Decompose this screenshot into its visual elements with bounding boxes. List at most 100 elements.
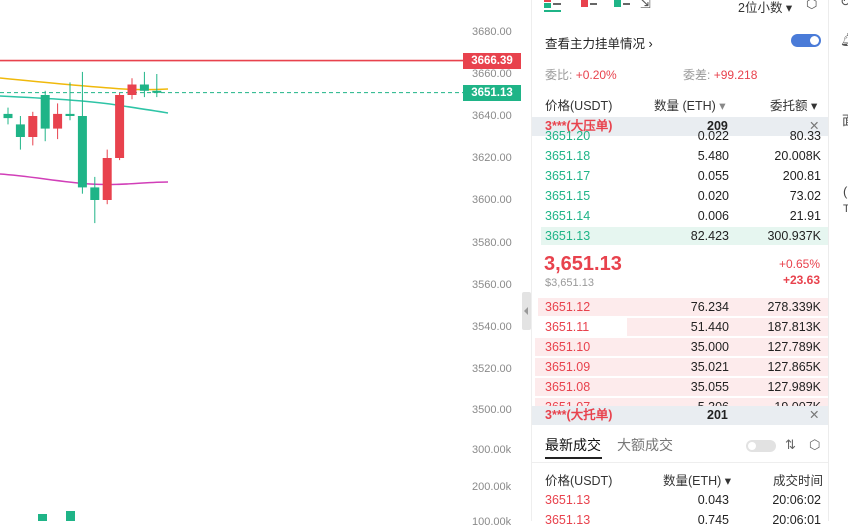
col-price-header: 价格(USDT)	[545, 99, 613, 113]
candle-body	[53, 113, 63, 129]
main-force-link[interactable]: 查看主力挂单情况 ›	[545, 33, 653, 52]
candle-body	[65, 113, 75, 116]
row-qty: 0.055	[697, 169, 729, 183]
candle-body	[28, 116, 38, 137]
last-price: 3,651.13	[544, 253, 622, 275]
change-value: +23.63	[782, 273, 820, 287]
kline-chart[interactable]: 3680.00 3660.00 3640.00 3620.00 3600.00 3580.…	[0, 0, 528, 528]
candle-body	[15, 124, 25, 137]
main-force-toggle[interactable]	[791, 34, 821, 47]
side-small: T	[843, 203, 848, 215]
large-buy-banner: 3***(大托单) 201 ✕	[532, 406, 829, 425]
depth-merge-icon[interactable]: ⇲	[640, 0, 651, 12]
row-price: 3651.20	[545, 129, 591, 143]
price-axis-tick: 3620.00	[472, 152, 512, 164]
row-price: 3651.10	[545, 340, 591, 354]
row-total: 127.865K	[767, 360, 821, 374]
price-axis-tick: 3640.00	[472, 110, 512, 122]
row-total: 21.91	[789, 209, 821, 223]
decimals-select[interactable]: 2位小数 ▾	[738, 0, 792, 16]
candle-body	[152, 90, 162, 93]
row-total: 278.339K	[767, 300, 821, 314]
tab-latest-trades[interactable]: 最新成交	[545, 435, 601, 455]
price-axis-tick: 3580.00	[472, 237, 512, 249]
ma-line-teal	[0, 95, 169, 114]
candle-body	[3, 113, 13, 119]
close-icon[interactable]: ✕	[809, 406, 819, 425]
price-axis-tick: 3600.00	[472, 194, 512, 206]
candle-body	[127, 84, 137, 95]
ask-row[interactable]: 3651.13 82.423 300.937K	[532, 226, 829, 246]
refresh-icon[interactable]: ↻	[840, 0, 848, 10]
row-qty: 82.423	[690, 229, 729, 243]
bid-row[interactable]: 3651.08 35.055 127.989K	[532, 377, 829, 397]
settings-icon[interactable]: ⬡	[809, 437, 820, 453]
trade-price: 3651.13	[545, 493, 591, 507]
side-paren: (	[843, 184, 848, 199]
ask-row[interactable]: 3651.18 5.480 20.008K	[532, 146, 829, 166]
trade-col-qty[interactable]: 数量(ETH) ▾	[663, 470, 731, 489]
price-axis-tick: 3520.00	[472, 363, 512, 375]
kline-canvas[interactable]	[0, 0, 528, 521]
last-price-usd: $3,651.13	[545, 277, 594, 289]
side-strip: ↻ 🔔︎ 面 ( T	[828, 0, 848, 521]
ask-row[interactable]: 3651.17 0.055 200.81	[532, 166, 829, 186]
row-total: 187.813K	[767, 320, 821, 334]
row-qty: 0.006	[697, 209, 729, 223]
row-qty: 35.021	[690, 360, 729, 374]
price-axis-tick: 3660.00	[472, 68, 512, 80]
candle-body	[77, 116, 87, 188]
sell-side-view-icon[interactable]	[581, 0, 597, 9]
trade-col-time: 成交时间	[773, 474, 824, 488]
settings-icon[interactable]: ⬡	[806, 0, 817, 12]
trade-row: 3651.13 0.043 20:06:02	[532, 490, 829, 510]
tab-large-trades[interactable]: 大额成交	[617, 435, 673, 455]
order-ratio: 委比: +0.20%	[545, 68, 617, 82]
trade-qty: 0.043	[697, 493, 729, 507]
row-total: 127.989K	[767, 380, 821, 394]
price-axis-tick: 3540.00	[472, 321, 512, 333]
row-price: 3651.13	[545, 229, 591, 243]
bid-row[interactable]: 3651.09 35.021 127.865K	[532, 357, 829, 377]
row-qty: 76.234	[690, 300, 729, 314]
bid-row[interactable]: 3651.11 51.440 187.813K	[532, 317, 829, 337]
row-total: 300.937K	[767, 229, 821, 243]
trade-qty: 0.745	[697, 513, 729, 527]
panel-splitter[interactable]	[522, 292, 531, 330]
row-price: 3651.15	[545, 189, 591, 203]
ask-row[interactable]: 3651.20 0.022 80.33	[532, 126, 829, 146]
col-total-header[interactable]: 委托额 ▾	[770, 95, 817, 114]
row-qty: 5.480	[697, 149, 729, 163]
price-axis-tick: 200.00k	[472, 481, 512, 493]
col-qty-header[interactable]: 数量 (ETH) ▾	[654, 95, 726, 114]
large-trades-toggle[interactable]	[746, 440, 776, 452]
trade-col-price: 价格(USDT)	[545, 474, 613, 488]
row-qty: 51.440	[690, 320, 729, 334]
price-axis-tick: 3560.00	[472, 279, 512, 291]
candle-body	[90, 187, 100, 200]
order-book-panel: ⇲ 2位小数 ▾ ⬡ 查看主力挂单情况 › 委比: +0.20% 委差: +99…	[531, 0, 829, 527]
row-price: 3651.09	[545, 360, 591, 374]
candle-body	[139, 84, 149, 91]
row-price: 3651.18	[545, 149, 591, 163]
row-price: 3651.17	[545, 169, 591, 183]
order-diff: 委差: +99.218	[683, 68, 758, 82]
bid-row[interactable]: 3651.10 35.000 127.789K	[532, 337, 829, 357]
bell-icon[interactable]: 🔔︎	[840, 32, 848, 48]
candle-body	[102, 158, 112, 200]
row-total: 20.008K	[774, 149, 821, 163]
divider	[532, 462, 829, 463]
buy-side-view-icon[interactable]	[614, 0, 630, 9]
candle-body	[115, 95, 125, 158]
row-price: 3651.08	[545, 380, 591, 394]
trade-price: 3651.13	[545, 513, 591, 527]
row-total: 200.81	[782, 169, 821, 183]
both-sides-view-icon[interactable]	[544, 0, 561, 12]
row-price: 3651.11	[545, 320, 590, 334]
bid-row[interactable]: 3651.12 76.234 278.339K	[532, 297, 829, 317]
ask-row[interactable]: 3651.14 0.006 21.91	[532, 206, 829, 226]
row-qty: 0.020	[697, 189, 729, 203]
filter-icon[interactable]: ⇅	[785, 437, 796, 453]
row-qty: 0.022	[697, 129, 729, 143]
ask-row[interactable]: 3651.15 0.020 73.02	[532, 186, 829, 206]
